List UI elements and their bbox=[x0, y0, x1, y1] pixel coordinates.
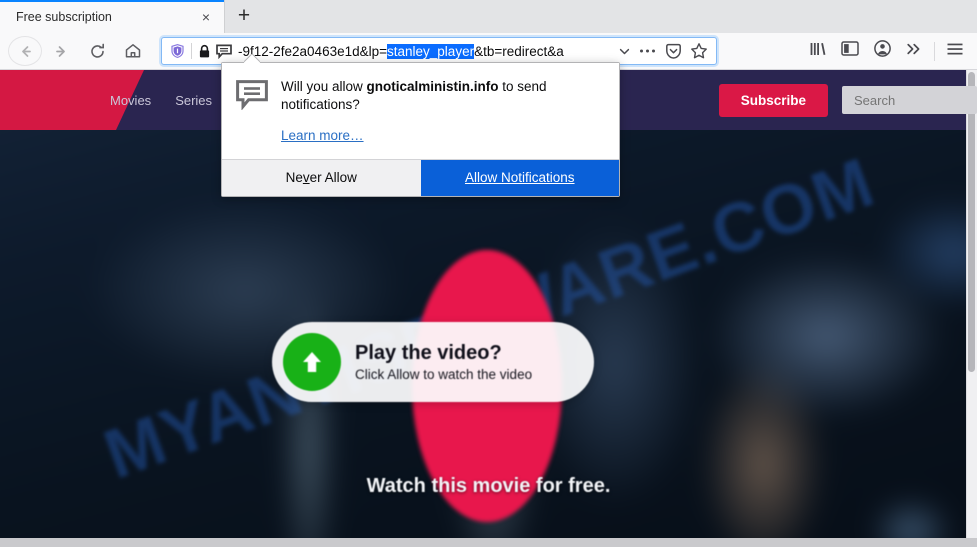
toolbar-right-group bbox=[802, 36, 977, 66]
popup-actions: Ne v er Allow Allow Notifications bbox=[222, 158, 619, 196]
nav-link-movies[interactable]: Movies bbox=[110, 93, 151, 108]
question-prefix: Will you allow bbox=[281, 79, 367, 94]
popup-message-wrap: Will you allow gnoticalministin.info to … bbox=[281, 78, 603, 145]
deny-label-accesskey: v bbox=[302, 170, 310, 186]
popup-body: Will you allow gnoticalministin.info to … bbox=[222, 63, 619, 159]
permission-question: Will you allow gnoticalministin.info to … bbox=[281, 78, 603, 114]
url-prefix: -9f12-2fe2a0463e1d&lp= bbox=[238, 43, 388, 59]
scrollbar-thumb[interactable] bbox=[968, 72, 975, 372]
tracking-protection-shield-icon[interactable] bbox=[167, 43, 187, 59]
back-button[interactable] bbox=[8, 36, 42, 66]
double-chevron-right-icon bbox=[905, 42, 923, 61]
url-text[interactable]: -9f12-2fe2a0463e1d&lp= stanley_player &tb=… bbox=[238, 43, 614, 59]
requesting-domain: gnoticalministin.info bbox=[366, 79, 499, 94]
page-headline: Watch this movie for free. bbox=[366, 475, 611, 497]
notification-bubble-icon[interactable] bbox=[214, 44, 234, 59]
account-icon bbox=[873, 40, 891, 62]
learn-more-link[interactable]: Learn more… bbox=[281, 128, 364, 143]
horizontal-scrollbar[interactable] bbox=[0, 538, 977, 547]
never-allow-button[interactable]: Ne v er Allow bbox=[222, 159, 421, 196]
library-button[interactable] bbox=[802, 36, 834, 66]
reload-icon bbox=[89, 43, 106, 60]
overflow-menu-button[interactable] bbox=[898, 36, 930, 66]
allow-label-post: llow Notifications bbox=[473, 170, 575, 186]
allow-notifications-button[interactable]: Allow Notifications bbox=[420, 159, 619, 196]
library-icon bbox=[809, 41, 827, 62]
forward-arrow-icon bbox=[53, 43, 70, 60]
site-nav: Movies Series bbox=[110, 93, 212, 108]
browser-tab-active[interactable]: Free subscription × bbox=[0, 0, 225, 33]
notification-permission-popup: Will you allow gnoticalministin.info to … bbox=[221, 62, 620, 197]
play-card-text: Play the video? Click Allow to watch the… bbox=[355, 342, 532, 382]
chevron-down-icon[interactable] bbox=[614, 45, 634, 58]
site-header-actions: Subscribe bbox=[718, 83, 977, 117]
popup-arrow bbox=[244, 54, 260, 63]
play-card-subtitle: Click Allow to watch the video bbox=[355, 367, 533, 382]
back-arrow-icon bbox=[17, 43, 34, 60]
star-icon[interactable] bbox=[686, 39, 712, 63]
url-selected-text: stanley_player bbox=[387, 43, 475, 59]
toolbar-divider bbox=[934, 41, 935, 61]
reload-button[interactable] bbox=[80, 36, 114, 66]
urlbar-divider bbox=[191, 43, 192, 59]
account-button[interactable] bbox=[866, 36, 898, 66]
play-card-title: Play the video? bbox=[355, 342, 502, 364]
play-video-card[interactable]: Play the video? Click Allow to watch the… bbox=[272, 322, 594, 402]
up-arrow-icon bbox=[283, 333, 341, 391]
nav-link-series[interactable]: Series bbox=[175, 93, 212, 108]
tab-title: Free subscription bbox=[16, 9, 112, 24]
subscribe-button[interactable]: Subscribe bbox=[718, 83, 828, 117]
notification-bubble-icon bbox=[236, 78, 268, 145]
search-input[interactable] bbox=[842, 86, 977, 114]
ellipsis-icon[interactable] bbox=[634, 39, 660, 63]
browser-window: Free subscription × + -9f12-2fe2a0463e1d… bbox=[0, 0, 977, 547]
app-menu-button[interactable] bbox=[939, 36, 971, 66]
save-to-pocket-icon[interactable] bbox=[660, 39, 686, 63]
forward-button[interactable] bbox=[44, 36, 78, 66]
url-suffix: &tb=redirect&a bbox=[474, 43, 564, 59]
allow-label-accesskey: A bbox=[464, 170, 474, 186]
hamburger-menu-icon bbox=[946, 42, 964, 61]
vertical-scrollbar[interactable] bbox=[966, 70, 977, 547]
home-icon bbox=[124, 42, 142, 60]
sidebar-icon bbox=[841, 41, 859, 61]
home-button[interactable] bbox=[116, 36, 150, 66]
deny-label-post: er Allow bbox=[309, 170, 357, 186]
close-icon[interactable]: × bbox=[196, 7, 216, 27]
tab-bar: Free subscription × + bbox=[0, 0, 977, 33]
deny-label-pre: Ne bbox=[285, 170, 303, 186]
sidebar-button[interactable] bbox=[834, 36, 866, 66]
padlock-icon[interactable] bbox=[196, 44, 213, 59]
new-tab-button[interactable]: + bbox=[225, 0, 263, 33]
